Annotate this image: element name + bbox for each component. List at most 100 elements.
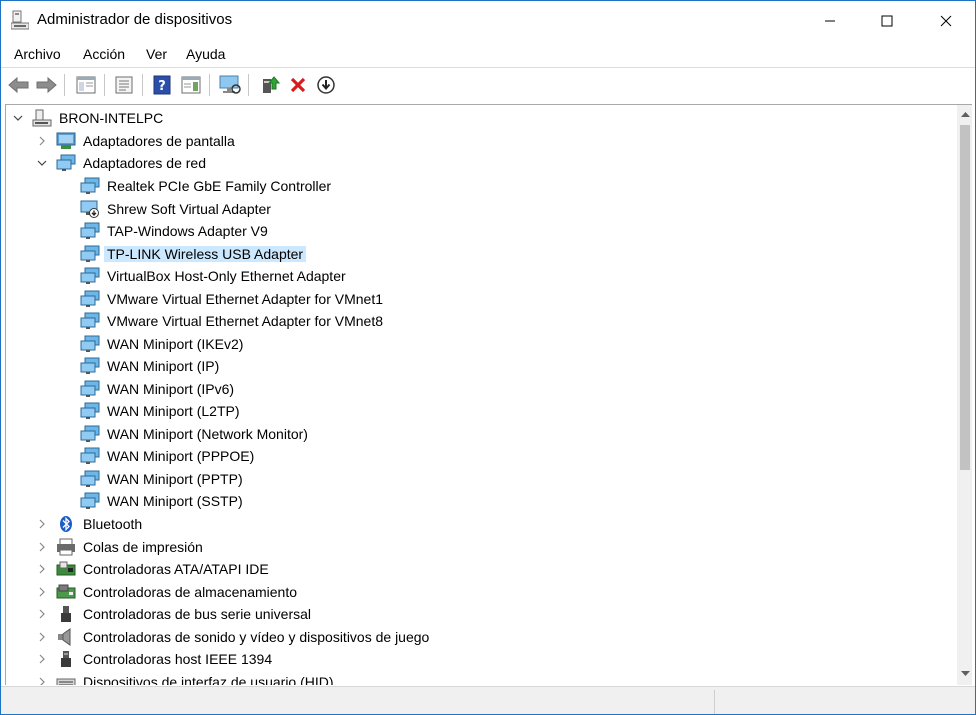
sound-video-game-controllers-icon [58, 627, 71, 646]
network-adapter-icon [80, 335, 100, 352]
tree-device-item[interactable]: VMware Virtual Ethernet Adapter for VMne… [6, 310, 954, 332]
tree-device-item[interactable]: WAN Miniport (IPv6) [6, 378, 954, 400]
forward-button[interactable] [34, 73, 58, 97]
help-button[interactable]: ? [150, 73, 174, 97]
chevron-up-icon [961, 111, 970, 117]
tree-device-item[interactable]: Shrew Soft Virtual Adapter [6, 198, 954, 220]
toolbar: ? [1, 67, 975, 102]
tree-category-label: Colas de impresión [83, 538, 203, 555]
title-bar: Administrador de dispositivos [1, 1, 975, 40]
display-adapter-icon [56, 132, 76, 149]
help-icon: ? [153, 75, 171, 95]
status-bar [1, 686, 975, 714]
chevron-right-icon[interactable] [35, 517, 49, 531]
tree-category-ieee1394-host-controllers[interactable]: Controladoras host IEEE 1394 [6, 648, 954, 670]
network-adapter-disabled-icon [80, 200, 99, 218]
tree-device-label: Realtek PCIe GbE Family Controller [107, 178, 332, 194]
tree-category-bluetooth[interactable]: Bluetooth [6, 513, 954, 535]
window-title: Administrador de dispositivos [37, 11, 233, 28]
chevron-down-icon[interactable] [11, 111, 25, 125]
device-tree: BRON-INTELPC Adaptadores de pantalla Ada… [5, 104, 972, 685]
chevron-right-icon[interactable] [35, 652, 49, 666]
tree-device-item[interactable]: Realtek PCIe GbE Family Controller [6, 175, 954, 197]
tree-device-item[interactable]: WAN Miniport (SSTP) [6, 490, 954, 512]
properties-button[interactable] [112, 73, 136, 97]
close-button[interactable] [921, 1, 971, 40]
chevron-right-icon[interactable] [35, 585, 49, 599]
network-adapter-icon [80, 222, 100, 239]
menu-ayuda[interactable]: Ayuda [186, 46, 225, 62]
tree-device-item[interactable]: WAN Miniport (PPTP) [6, 468, 954, 490]
show-hide-console-tree-icon [76, 76, 96, 94]
tree-device-label: VMware Virtual Ethernet Adapter for VMne… [107, 313, 383, 329]
tree-category-label: Controladoras de sonido y vídeo y dispos… [83, 628, 430, 645]
toolbar-separator [142, 74, 143, 96]
minimize-button[interactable] [805, 1, 855, 40]
tree-category-label: Controladoras ATA/ATAPI IDE [83, 561, 269, 577]
tree-device-item[interactable]: WAN Miniport (IKEv2) [6, 333, 954, 355]
disable-device-button[interactable] [314, 73, 338, 97]
tree-category-sound-video-game-controllers[interactable]: Controladoras de sonido y vídeo y dispos… [6, 626, 954, 648]
tree-device-item[interactable]: WAN Miniport (L2TP) [6, 400, 954, 422]
tree-device-item[interactable]: VMware Virtual Ethernet Adapter for VMne… [6, 288, 954, 310]
tree-device-label: WAN Miniport (IPv6) [107, 380, 235, 397]
minimize-icon [825, 20, 835, 21]
usb-controllers-icon [61, 606, 71, 622]
tree-device-item[interactable]: WAN Miniport (IP) [6, 355, 954, 377]
chevron-right-icon[interactable] [35, 607, 49, 621]
network-adapter-icon [80, 380, 100, 397]
network-adapter-icon [80, 402, 100, 419]
update-driver-button[interactable] [258, 73, 282, 97]
tree-device-label: VMware Virtual Ethernet Adapter for VMne… [107, 290, 383, 307]
scroll-down-button[interactable] [957, 665, 972, 682]
tree-category-hid-devices[interactable]: Dispositivos de interfaz de usuario (HID… [6, 671, 954, 686]
scrollbar-thumb[interactable] [960, 125, 970, 470]
bluetooth-icon [60, 516, 72, 532]
svg-text:?: ? [158, 79, 166, 94]
scan-hardware-button[interactable] [218, 73, 242, 97]
chevron-right-icon[interactable] [35, 630, 49, 644]
tree-category-ata-atapi-controllers[interactable]: Controladoras ATA/ATAPI IDE [6, 558, 954, 580]
scan-hardware-icon [219, 75, 241, 94]
close-icon [940, 15, 952, 26]
print-queues-icon [57, 538, 75, 555]
action-pane-button[interactable] [179, 73, 203, 97]
vertical-scrollbar[interactable] [957, 105, 972, 685]
tree-device-label: TAP-Windows Adapter V9 [107, 223, 268, 239]
show-hide-console-tree-button[interactable] [74, 73, 98, 97]
network-adapter-icon [80, 447, 100, 464]
chevron-right-icon[interactable] [35, 562, 49, 576]
menu-accion[interactable]: Acción [83, 46, 125, 62]
tree-device-item[interactable]: WAN Miniport (PPPOE) [6, 445, 954, 467]
tree-device-label: WAN Miniport (L2TP) [107, 403, 240, 419]
tree-root-computer[interactable]: BRON-INTELPC [6, 107, 954, 129]
tree-category-network-adapters[interactable]: Adaptadores de red [6, 152, 954, 174]
tree-category-label: Adaptadores de red [83, 155, 206, 171]
tree-category-usb-controllers[interactable]: Controladoras de bus serie universal [6, 603, 954, 625]
tree-device-label: WAN Miniport (SSTP) [107, 493, 243, 509]
uninstall-device-button[interactable] [286, 73, 310, 97]
menu-ver[interactable]: Ver [146, 46, 167, 62]
toolbar-separator [209, 74, 210, 96]
network-adapters-icon [56, 154, 76, 171]
tree-category-label: Bluetooth [83, 516, 143, 532]
scroll-up-button[interactable] [957, 105, 972, 122]
tree-device-label: Shrew Soft Virtual Adapter [107, 200, 271, 217]
chevron-right-icon[interactable] [35, 675, 49, 686]
chevron-right-icon[interactable] [35, 134, 49, 148]
maximize-button[interactable] [862, 1, 912, 40]
tree-device-item[interactable]: WAN Miniport (Network Monitor) [6, 423, 954, 445]
tree-category-display-adapters[interactable]: Adaptadores de pantalla [6, 130, 954, 152]
tree-device-item[interactable]: TP-LINK Wireless USB Adapter [6, 243, 954, 265]
tree-device-item[interactable]: TAP-Windows Adapter V9 [6, 220, 954, 242]
tree-device-item[interactable]: VirtualBox Host-Only Ethernet Adapter [6, 265, 954, 287]
back-button[interactable] [7, 73, 31, 97]
tree-category-label: Controladoras de bus serie universal [83, 606, 312, 622]
chevron-down-icon[interactable] [35, 156, 49, 170]
chevron-right-icon[interactable] [35, 540, 49, 554]
tree-category-storage-controllers[interactable]: Controladoras de almacenamiento [6, 581, 954, 603]
menu-archivo[interactable]: Archivo [14, 46, 61, 62]
toolbar-separator [104, 74, 105, 96]
network-adapter-icon [80, 312, 100, 329]
tree-category-print-queues[interactable]: Colas de impresión [6, 536, 954, 558]
